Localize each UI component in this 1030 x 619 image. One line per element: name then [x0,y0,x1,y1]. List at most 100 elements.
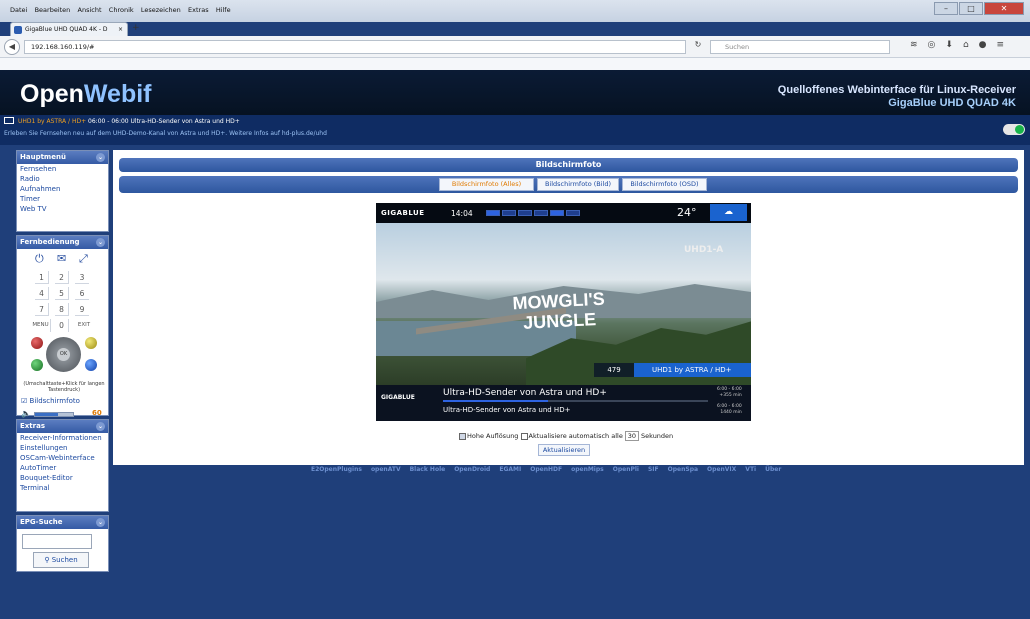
dpad[interactable]: OK [46,337,81,372]
hires-checkbox[interactable] [459,432,466,440]
footer-link-e2openplugins[interactable]: E2OpenPlugins [311,466,362,473]
key-2[interactable]: 2 [55,271,69,284]
footer-link-openvix[interactable]: OpenVIX [707,466,736,473]
browser-tab[interactable]: GigaBlue UHD QUAD 4K - D × [10,22,128,36]
screenshot-options: Hohe Auflösung Aktualisiere automatisch … [459,431,673,441]
key-9[interactable]: 9 [75,303,89,316]
volume-slider[interactable] [34,412,74,417]
main-menu-header[interactable]: Hauptmenü ⌄ [17,151,108,164]
globe-icon[interactable]: ◎ [928,40,936,50]
footer-link-openhdf[interactable]: OpenHDF [530,466,562,473]
blue-button[interactable] [85,359,97,371]
sidebar-item-aufnahmen[interactable]: Aufnahmen [17,184,108,194]
key-menu[interactable]: MENU [31,319,51,332]
green-button[interactable] [31,359,43,371]
key-3[interactable]: 3 [75,271,89,284]
menu-bearbeiten[interactable]: Bearbeiten [35,6,71,14]
tab-screenshot-osd[interactable]: Bildschirmfoto (OSD) [622,178,707,191]
home-icon[interactable]: ⌂ [963,40,969,50]
navigation-bar: ◀ 192.168.160.119/# ↻ Suchen ≋ ◎ ⬇ ⌂ ● ≡ [0,36,1030,58]
sidebar-item-einstellungen[interactable]: Einstellungen [17,443,108,453]
hd-indicator [486,210,500,216]
footer-link-sif[interactable]: SIF [648,466,659,473]
sidebar-item-fernsehen[interactable]: Fernsehen [17,164,108,174]
stream-toggle[interactable] [1003,124,1025,135]
chevron-down-icon[interactable]: ⌄ [96,153,105,162]
toggle-knob [1015,125,1024,134]
epg-search-input[interactable] [22,534,92,549]
red-button[interactable] [31,337,43,349]
minimize-button[interactable]: – [934,2,958,15]
epg-header[interactable]: EPG-Suche ⌄ [17,516,108,529]
key-exit[interactable]: EXIT [75,319,93,332]
new-tab-button[interactable]: + [132,23,140,33]
mail-icon[interactable]: ✉ [57,252,66,265]
sidebar-item-bouquet-editor[interactable]: Bouquet-Editor [17,473,108,483]
search-icon: ⚲ [44,556,50,564]
key-8[interactable]: 8 [55,303,69,316]
sidebar-extras: Extras ⌄ Receiver-Informationen Einstellu… [16,419,109,512]
screenshot-checkbox[interactable]: ☑ Bildschirmfoto [21,397,80,405]
menu-ansicht[interactable]: Ansicht [78,6,102,14]
key-1[interactable]: 1 [35,271,49,284]
sidebar-item-webtv[interactable]: Web TV [17,204,108,214]
sidebar-item-radio[interactable]: Radio [17,174,108,184]
footer-link-openmips[interactable]: openMips [571,466,604,473]
extras-header[interactable]: Extras ⌄ [17,420,108,433]
footer-link-blackhole[interactable]: Black Hole [410,466,446,473]
osd-time-now: 6:00 - 6:00 +355 min [717,387,742,399]
speaker-icon[interactable]: 🔈 [21,409,31,418]
pocket-icon[interactable]: ≋ [910,40,918,50]
key-7[interactable]: 7 [35,303,49,316]
reload-icon[interactable]: ↻ [690,40,706,54]
back-button[interactable]: ◀ [4,39,20,55]
refresh-button[interactable]: Aktualisieren [538,444,590,456]
tab-screenshot-all[interactable]: Bildschirmfoto (Alles) [439,178,534,191]
sidebar-item-terminal[interactable]: Terminal [17,483,108,493]
menu-hilfe[interactable]: Hilfe [216,6,231,14]
addon-icon[interactable]: ● [979,40,987,50]
chevron-down-icon[interactable]: ⌄ [96,422,105,431]
expand-icon[interactable]: ⤢ [79,252,88,266]
sidebar-item-timer[interactable]: Timer [17,194,108,204]
sidebar-item-autotimer[interactable]: AutoTimer [17,463,108,473]
key-6[interactable]: 6 [75,287,89,300]
url-bar[interactable]: 192.168.160.119/# [24,40,686,54]
epg-search-button[interactable]: ⚲ Suchen [33,552,89,568]
hamburger-menu-icon[interactable]: ≡ [997,40,1005,50]
menu-extras[interactable]: Extras [188,6,209,14]
remote-header[interactable]: Fernbedienung ⌄ [17,236,108,249]
chevron-down-icon[interactable]: ⌄ [96,518,105,527]
key-4[interactable]: 4 [35,287,49,300]
menu-datei[interactable]: Datei [10,6,27,14]
key-0[interactable]: 0 [55,319,69,332]
search-input[interactable]: Suchen [710,40,890,54]
interval-input[interactable]: 30 [624,431,639,441]
yellow-button[interactable] [85,337,97,349]
key-5[interactable]: 5 [55,287,69,300]
sidebar-item-receiver-info[interactable]: Receiver-Informationen [17,433,108,443]
tab-title: GigaBlue UHD QUAD 4K - D [25,26,108,33]
osd-progress [443,400,548,402]
ok-button[interactable]: OK [57,348,70,361]
power-icon[interactable]: ⏻ [35,252,44,266]
footer-link-openspa[interactable]: OpenSpa [668,466,698,473]
menu-chronik[interactable]: Chronik [109,6,134,14]
auto-refresh-checkbox[interactable] [520,432,528,440]
footer-link-openatv[interactable]: openATV [371,466,401,473]
menu-lesezeichen[interactable]: Lesezeichen [141,6,181,14]
footer-link-openpli[interactable]: OpenPli [613,466,639,473]
maximize-button[interactable]: □ [959,2,983,15]
openwebif-logo[interactable]: OpenWebif [20,80,152,109]
footer-link-egami[interactable]: EGAMI [499,466,521,473]
footer-link-opendroid[interactable]: OpenDroid [454,466,490,473]
tab-close-icon[interactable]: × [118,23,123,36]
current-channel[interactable]: UHD1 by ASTRA / HD+ [18,118,86,125]
download-icon[interactable]: ⬇ [945,40,953,50]
tab-screenshot-picture[interactable]: Bildschirmfoto (Bild) [537,178,619,191]
sidebar-item-oscam[interactable]: OSCam-Webinterface [17,453,108,463]
chevron-down-icon[interactable]: ⌄ [96,238,105,247]
footer-link-vti[interactable]: VTi [745,466,756,473]
close-window-button[interactable]: ✕ [984,2,1024,15]
footer-link-ueber[interactable]: Über [765,466,781,473]
